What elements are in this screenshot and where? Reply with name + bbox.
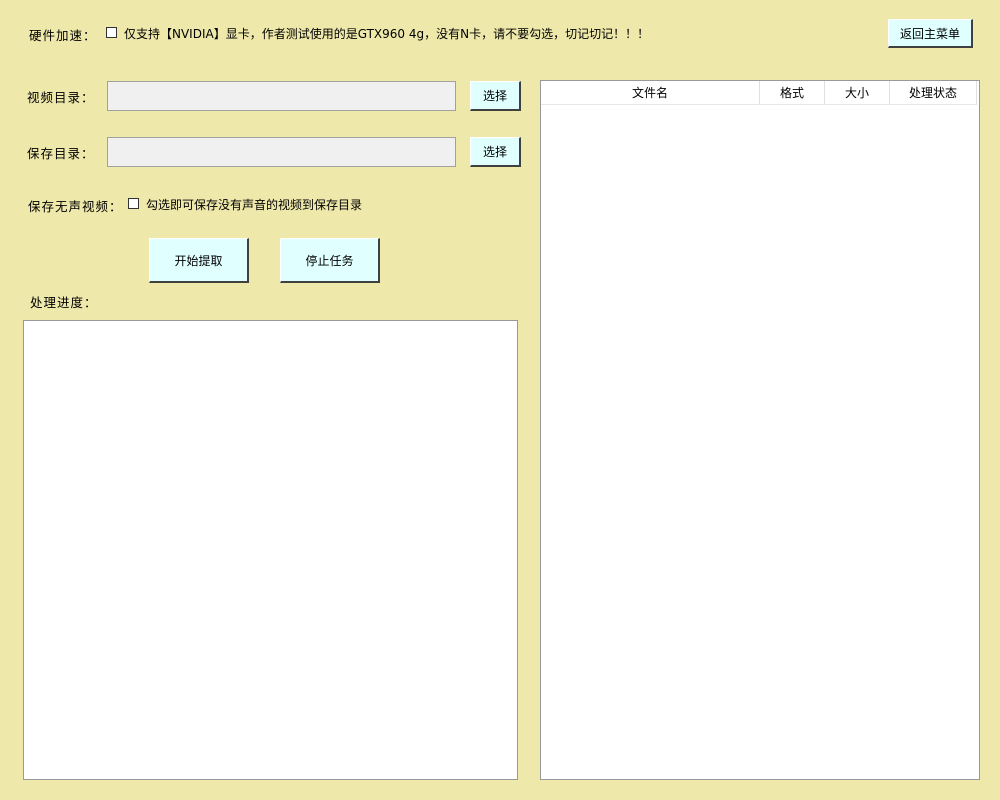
start-extract-button[interactable]: 开始提取	[149, 238, 249, 283]
hw-accel-checkbox[interactable]	[106, 27, 117, 38]
silent-video-checkbox[interactable]	[128, 198, 139, 209]
save-dir-label: 保存目录：	[27, 146, 95, 161]
save-dir-input[interactable]	[107, 137, 456, 167]
column-header-size[interactable]: 大小	[825, 81, 890, 105]
back-to-main-menu-button[interactable]: 返回主菜单	[888, 19, 973, 48]
video-dir-select-button[interactable]: 选择	[470, 81, 521, 111]
column-header-format[interactable]: 格式	[760, 81, 825, 105]
progress-label: 处理进度：	[30, 295, 98, 310]
silent-video-checkbox-text[interactable]: 勾选即可保存没有声音的视频到保存目录	[146, 196, 362, 213]
save-dir-select-button[interactable]: 选择	[470, 137, 521, 167]
silent-video-label: 保存无声视频：	[28, 199, 123, 214]
column-header-status[interactable]: 处理状态	[890, 81, 977, 105]
hw-accel-label: 硬件加速：	[29, 28, 97, 43]
file-list-table[interactable]: 文件名 格式 大小 处理状态	[540, 80, 980, 780]
column-header-filename[interactable]: 文件名	[541, 81, 760, 105]
progress-log-textarea[interactable]	[23, 320, 518, 780]
video-dir-label: 视频目录：	[27, 90, 95, 105]
table-header: 文件名 格式 大小 处理状态	[541, 81, 979, 105]
stop-task-button[interactable]: 停止任务	[280, 238, 380, 283]
video-dir-input[interactable]	[107, 81, 456, 111]
hw-accel-checkbox-text[interactable]: 仅支持【NVIDIA】显卡，作者测试使用的是GTX960 4g，没有N卡，请不要…	[124, 25, 649, 42]
